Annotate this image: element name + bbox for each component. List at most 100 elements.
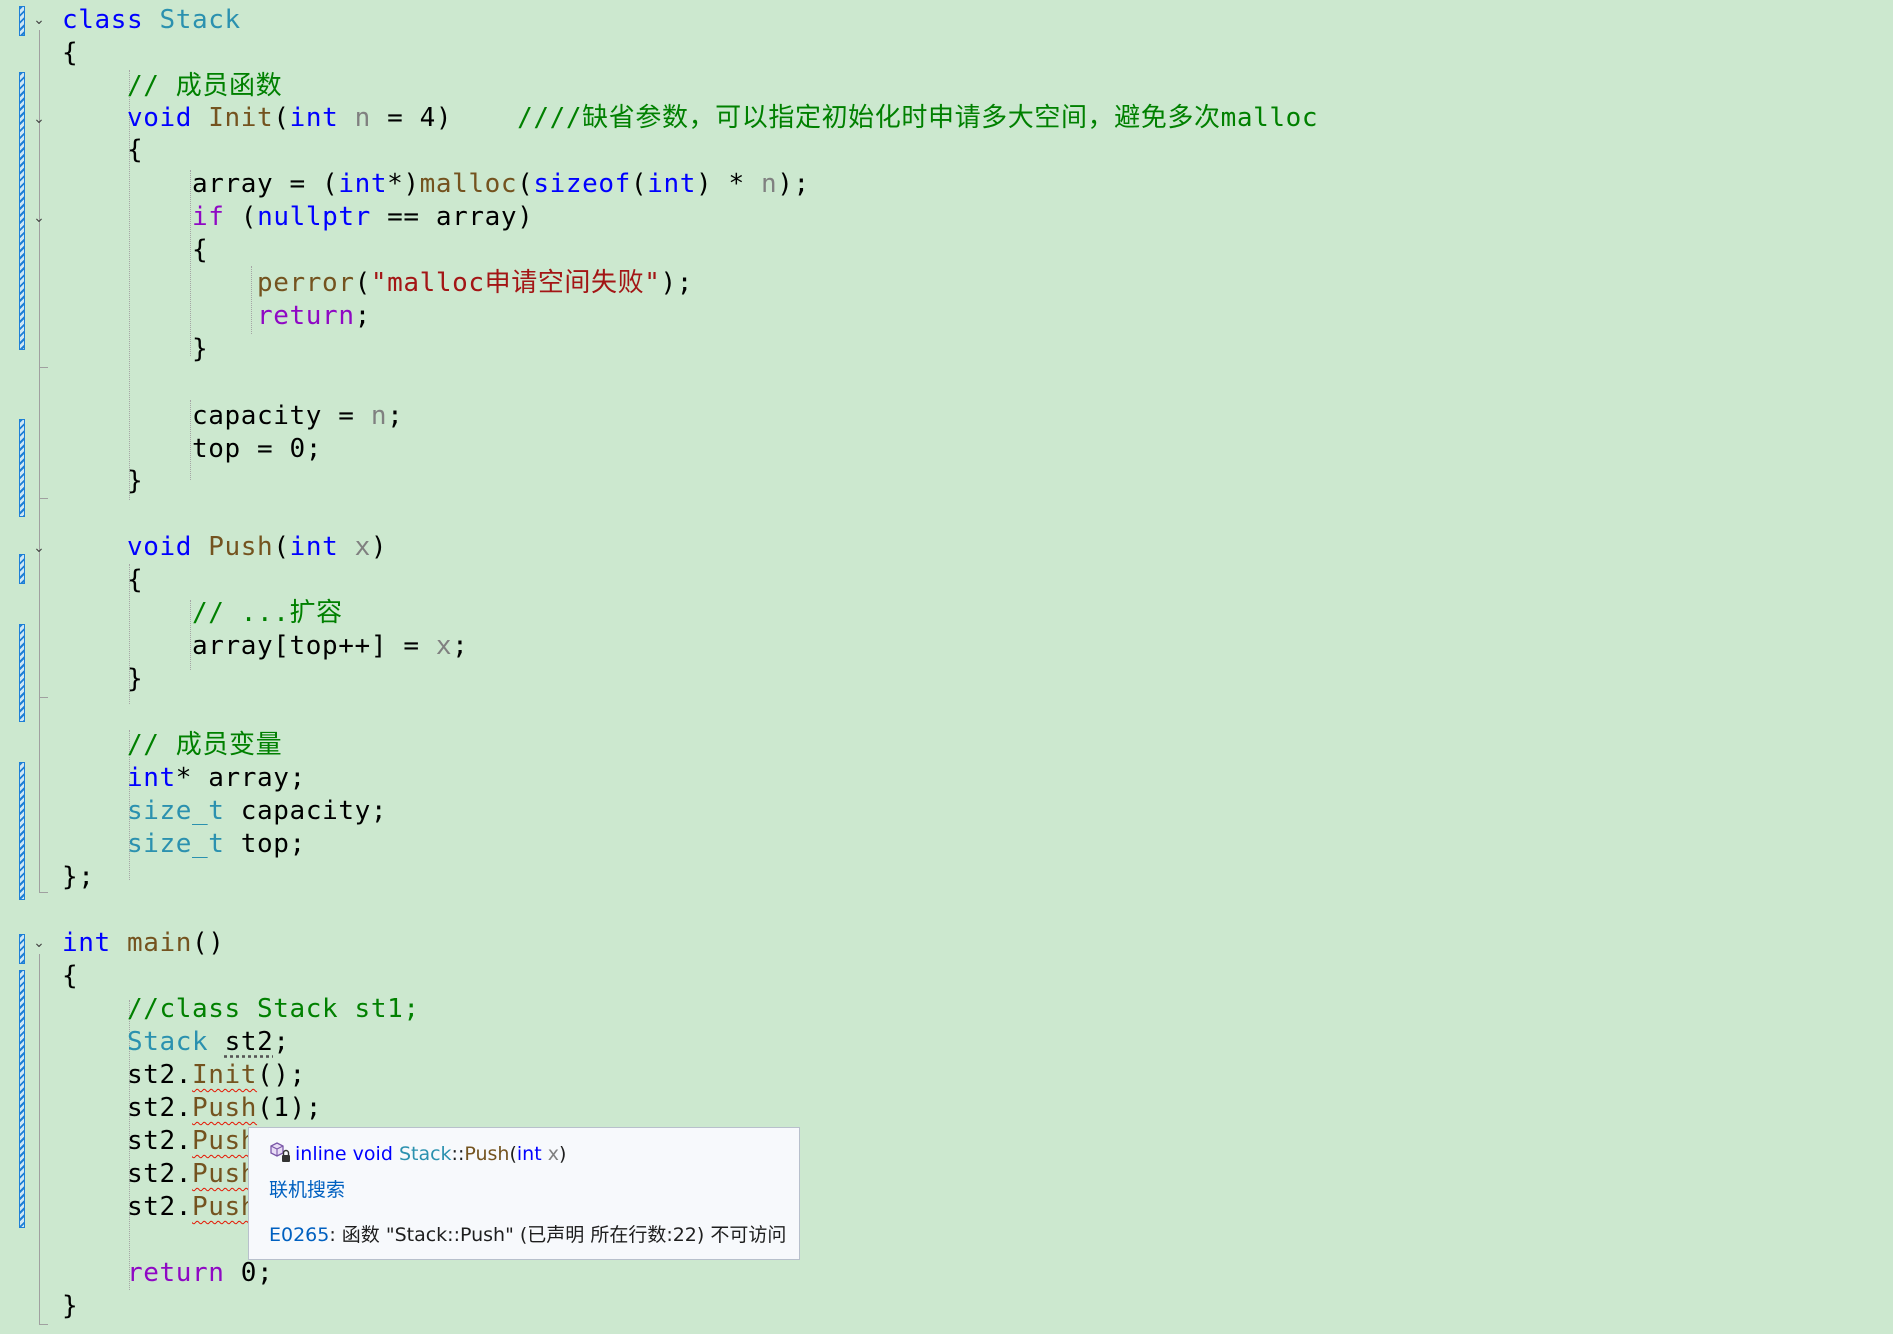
token-keyword: nullptr: [257, 202, 371, 232]
token: }: [62, 466, 144, 496]
code-line: top = 0;: [62, 433, 322, 466]
collapse-chevron-icon[interactable]: ⌄: [31, 210, 47, 226]
token-keyword: void: [127, 532, 193, 562]
token-keyword: sizeof: [533, 169, 631, 199]
collapse-chevron-icon[interactable]: ⌄: [31, 540, 47, 556]
token: *): [387, 169, 420, 199]
code-editor[interactable]: ⌄ ⌄ ⌄ ⌄ ⌄ class Stack { // 成员函数 void Ini…: [0, 0, 1893, 1334]
token: ;: [387, 401, 404, 431]
token-control: if: [192, 202, 225, 232]
code-line: array[top++] = x;: [62, 630, 468, 663]
code-line: };: [62, 861, 95, 894]
token: st2.: [62, 1093, 193, 1123]
token: (: [517, 169, 534, 199]
code-line: void Init(int n = 4) ////缺省参数，可以指定初始化时申请…: [62, 102, 1318, 135]
sig-function: Push: [464, 1143, 510, 1165]
token-keyword: class: [62, 5, 144, 35]
tooltip-error: E0265: 函数 "Stack::Push" (已声明 所在行数:22) 不可…: [269, 1220, 786, 1247]
code-line: }: [62, 333, 208, 366]
fold-guide-end: [39, 892, 48, 893]
code-line: void Push(int x): [62, 531, 387, 564]
code-line: // ...扩容: [62, 597, 343, 630]
sig-keyword: inline: [295, 1143, 347, 1165]
sig-keyword: void: [352, 1143, 393, 1165]
token: top;: [224, 829, 306, 859]
token-function: Push: [208, 532, 274, 562]
token: * array;: [175, 763, 306, 793]
token: }: [62, 334, 209, 364]
token: ) *: [695, 169, 761, 199]
token: (1);: [257, 1093, 323, 1123]
token-comment: // ...扩容: [192, 598, 343, 628]
code-line: {: [62, 134, 143, 167]
token: array = (: [62, 169, 339, 199]
token: st2.: [62, 1192, 193, 1222]
code-line: size_t top;: [62, 828, 306, 861]
token: ();: [257, 1060, 306, 1090]
online-search-link[interactable]: 联机搜索: [269, 1175, 345, 1202]
code-line: }: [62, 663, 143, 696]
code-line: st2.Push(1);: [62, 1092, 322, 1125]
fold-guide-end: [39, 697, 48, 698]
collapse-chevron-icon[interactable]: ⌄: [31, 111, 47, 127]
code-line: return;: [62, 300, 371, 333]
token: st2.: [62, 1060, 193, 1090]
token: 0;: [224, 1258, 274, 1288]
token: st2.: [62, 1126, 193, 1156]
sig-type: Stack: [398, 1143, 452, 1165]
token: ;: [452, 631, 469, 661]
code-line: return 0;: [62, 1257, 273, 1290]
token-function-error[interactable]: Init: [192, 1060, 257, 1090]
quickinfo-tooltip[interactable]: inline void Stack::Push(int x) 联机搜索 E026…: [248, 1127, 800, 1260]
token: );: [777, 169, 810, 199]
token-string: "malloc申请空间失败": [370, 268, 661, 298]
collapse-chevron-icon[interactable]: ⌄: [31, 12, 47, 28]
token-keyword: int: [127, 763, 176, 793]
token-parameter: n: [760, 169, 778, 199]
token-function: perror: [257, 268, 355, 298]
error-code-link[interactable]: E0265: [269, 1224, 329, 1246]
change-marker: [19, 554, 25, 584]
code-line: st2.Push: [62, 1191, 257, 1224]
token: = 4): [370, 103, 518, 133]
fold-guide-end: [39, 1324, 48, 1325]
token-function-error[interactable]: Push: [192, 1093, 257, 1123]
token-parameter: n: [370, 401, 388, 431]
token: {: [62, 235, 209, 265]
code-line: //class Stack st1;: [62, 993, 420, 1026]
change-marker: [19, 934, 25, 964]
token-function: main: [127, 928, 193, 958]
fold-guide-line: [39, 954, 40, 1324]
token: ): [370, 532, 388, 562]
token: (: [273, 103, 290, 133]
token: (: [630, 169, 648, 199]
code-line: int* array;: [62, 762, 306, 795]
token-parameter: x: [435, 631, 453, 661]
token: == array): [370, 202, 534, 232]
token-keyword: int: [289, 532, 339, 562]
token-function: malloc: [419, 169, 518, 199]
sig-keyword: int: [516, 1143, 542, 1165]
token: {: [62, 135, 144, 165]
token-comment: // 成员变量: [127, 730, 283, 760]
token-comment: ////缺省参数，可以指定初始化时申请多大空间，避免多次malloc: [517, 103, 1319, 133]
code-line: }: [62, 1290, 78, 1323]
token-comment: //class Stack st1;: [127, 994, 420, 1024]
collapse-chevron-icon[interactable]: ⌄: [31, 935, 47, 951]
code-line: Stack st2;: [62, 1026, 290, 1059]
token-control: return: [127, 1258, 225, 1288]
change-marker: [19, 419, 25, 517]
change-marker: [19, 762, 25, 900]
token-type: size_t: [127, 829, 225, 859]
